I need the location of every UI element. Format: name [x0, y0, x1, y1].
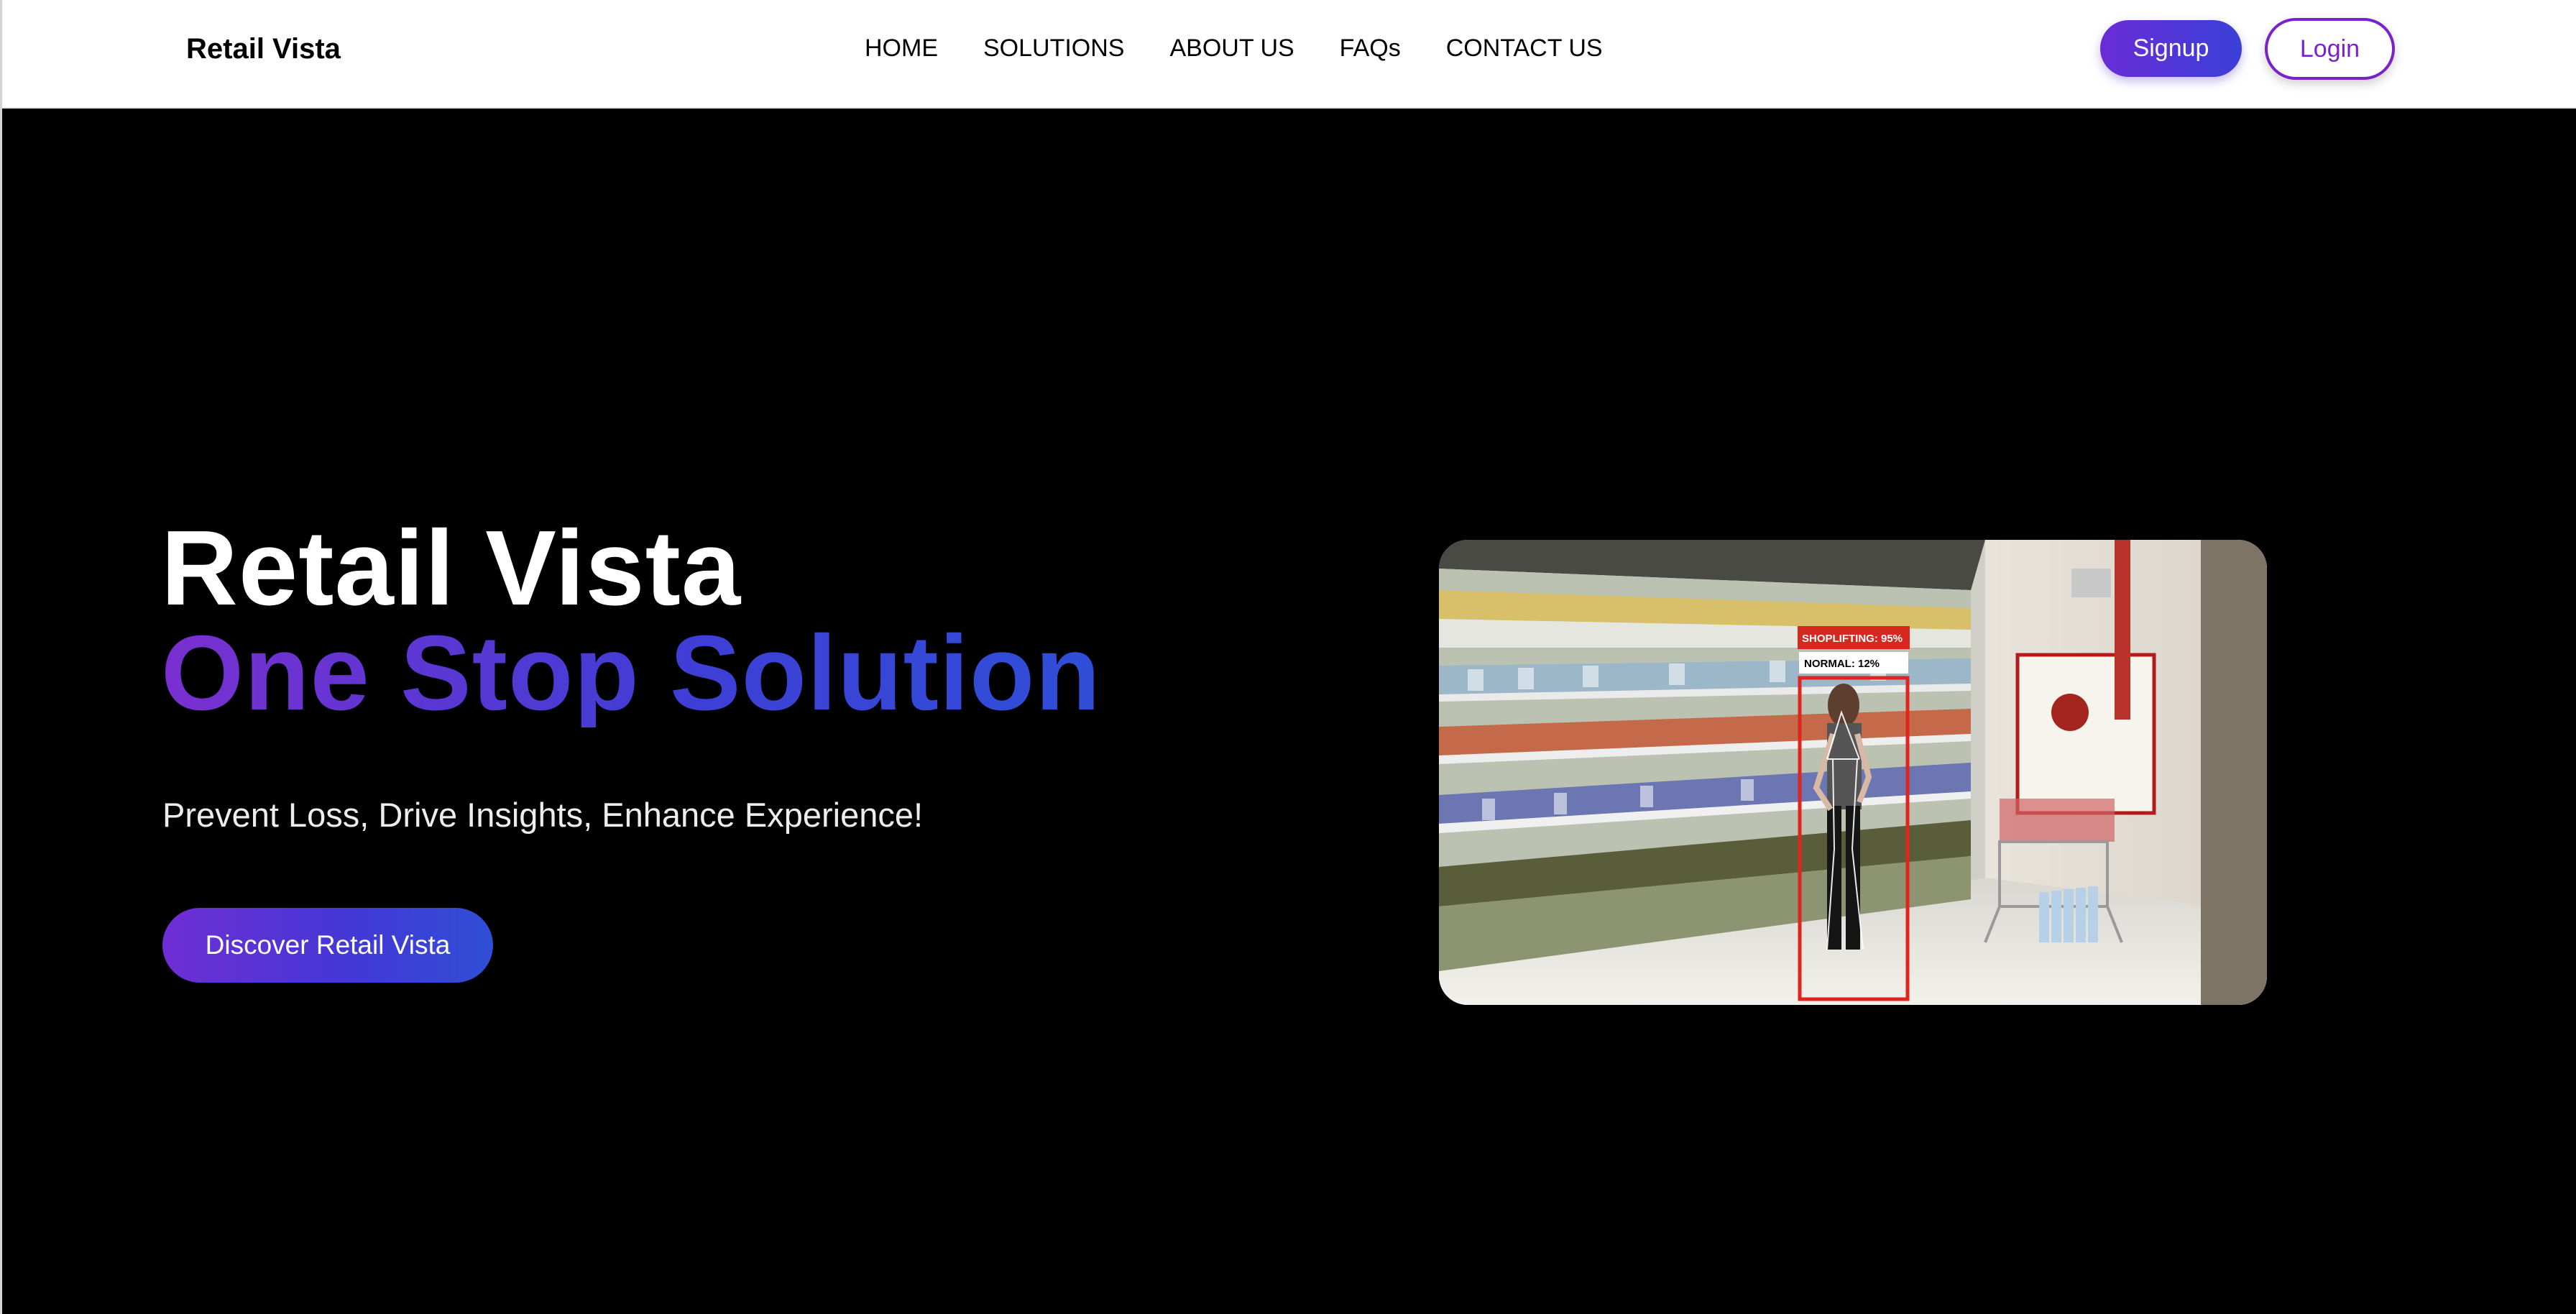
main-nav: HOME SOLUTIONS ABOUT US FAQs CONTACT US: [865, 33, 1603, 63]
hero-image-store-detection: SHOPLIFTING: 95% NORMAL: 12%: [1439, 540, 2267, 1005]
login-button[interactable]: Login: [2265, 18, 2395, 80]
nav-faqs[interactable]: FAQs: [1340, 33, 1401, 63]
nav-home[interactable]: HOME: [865, 33, 938, 63]
hero-tagline: Prevent Loss, Drive Insights, Enhance Ex…: [162, 796, 924, 834]
water-bottles: [2039, 886, 2098, 942]
nav-solutions[interactable]: SOLUTIONS: [983, 33, 1124, 63]
hero-subtitle: One Stop Solution: [161, 614, 1101, 732]
nav-contact-us[interactable]: CONTACT US: [1446, 33, 1603, 63]
brand-logo-text[interactable]: Retail Vista: [186, 32, 341, 66]
signup-button[interactable]: Signup: [2100, 20, 2242, 77]
discover-button[interactable]: Discover Retail Vista: [162, 908, 493, 983]
detection-label-normal: NORMAL: 12%: [1804, 658, 1880, 670]
detection-label-shoplifting: SHOPLIFTING: 95%: [1802, 633, 1903, 645]
store-scene-illustration: SHOPLIFTING: 95% NORMAL: 12%: [1439, 540, 2267, 1005]
nav-about-us[interactable]: ABOUT US: [1169, 33, 1294, 63]
hero-title: Retail Vista: [161, 509, 742, 628]
navbar: Retail Vista HOME SOLUTIONS ABOUT US FAQ…: [2, 0, 2576, 109]
